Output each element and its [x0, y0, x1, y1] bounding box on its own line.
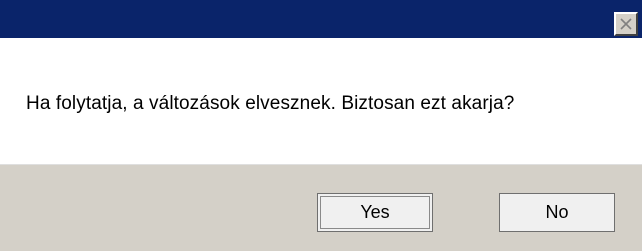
close-icon [620, 18, 632, 30]
button-bar: Yes No [0, 164, 642, 251]
confirm-dialog: Ha folytatja, a változások elvesznek. Bi… [0, 0, 642, 251]
close-button[interactable] [614, 12, 638, 36]
title-bar[interactable] [0, 0, 642, 38]
no-button[interactable]: No [499, 193, 615, 232]
dialog-body: Ha folytatja, a változások elvesznek. Bi… [0, 38, 642, 164]
yes-button[interactable]: Yes [317, 193, 433, 232]
dialog-message: Ha folytatja, a változások elvesznek. Bi… [26, 93, 515, 114]
